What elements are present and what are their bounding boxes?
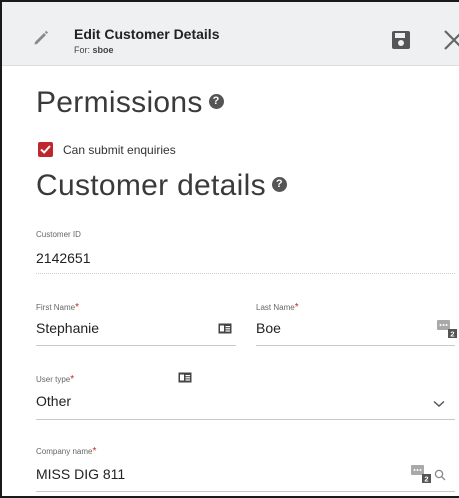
first-name-label-text: First Name <box>36 303 76 312</box>
required-mark: * <box>92 446 97 457</box>
user-type-underline <box>36 419 455 420</box>
first-name-label: First Name* <box>36 302 79 313</box>
last-name-label-text: Last Name <box>256 303 295 312</box>
lookup-badge: 2 <box>450 330 454 339</box>
pencil-icon <box>34 30 48 45</box>
user-type-label-text: User type <box>36 375 71 384</box>
customer-id-value: 2142651 <box>36 250 91 266</box>
close-icon[interactable] <box>439 25 459 55</box>
customer-details-heading-text: Customer details <box>36 169 266 202</box>
last-name-label: Last Name* <box>256 302 299 313</box>
last-name-input[interactable]: Boe <box>256 320 281 336</box>
lookup-icon[interactable]: 2 <box>411 463 431 483</box>
required-mark: * <box>294 302 299 313</box>
help-icon[interactable]: ? <box>271 176 287 192</box>
company-name-label-text: Company name <box>36 447 93 456</box>
user-type-select[interactable]: Other <box>36 393 71 409</box>
dialog-subtitle: For: sboe <box>74 45 114 55</box>
can-submit-enquiries-label[interactable]: Can submit enquiries <box>63 143 176 157</box>
permissions-heading-text: Permissions <box>36 86 203 119</box>
can-submit-enquiries-checkbox[interactable] <box>38 142 53 157</box>
customer-details-heading: Customer details? <box>36 169 287 203</box>
customer-id-divider <box>36 273 455 274</box>
permissions-heading: Permissions? <box>36 86 224 120</box>
user-type-label: User type* <box>36 374 74 385</box>
lookup-badge: 2 <box>424 475 428 484</box>
required-mark: * <box>75 302 80 313</box>
dialog-title: Edit Customer Details <box>74 26 220 42</box>
first-name-underline <box>36 345 236 346</box>
company-name-label: Company name* <box>36 446 96 457</box>
company-name-input[interactable]: MISS DIG 811 <box>36 466 125 482</box>
dialog-header: Edit Customer Details For: sboe <box>2 2 459 66</box>
subtitle-user: sboe <box>92 45 114 55</box>
id-card-icon <box>218 323 232 334</box>
company-name-underline <box>36 491 455 492</box>
search-icon[interactable] <box>434 469 446 481</box>
chevron-down-icon[interactable] <box>433 400 445 408</box>
save-icon[interactable] <box>390 29 412 51</box>
required-mark: * <box>70 374 75 385</box>
edit-customer-dialog: Edit Customer Details For: sboe Permissi… <box>0 0 459 498</box>
first-name-input[interactable]: Stephanie <box>36 320 99 336</box>
customer-id-label: Customer ID <box>36 230 81 239</box>
subtitle-prefix: For: <box>74 45 91 55</box>
id-card-icon <box>178 372 192 383</box>
last-name-underline <box>256 345 455 346</box>
help-icon[interactable]: ? <box>208 93 224 109</box>
checkmark-icon <box>40 145 51 154</box>
lookup-icon[interactable]: 2 <box>437 318 457 338</box>
